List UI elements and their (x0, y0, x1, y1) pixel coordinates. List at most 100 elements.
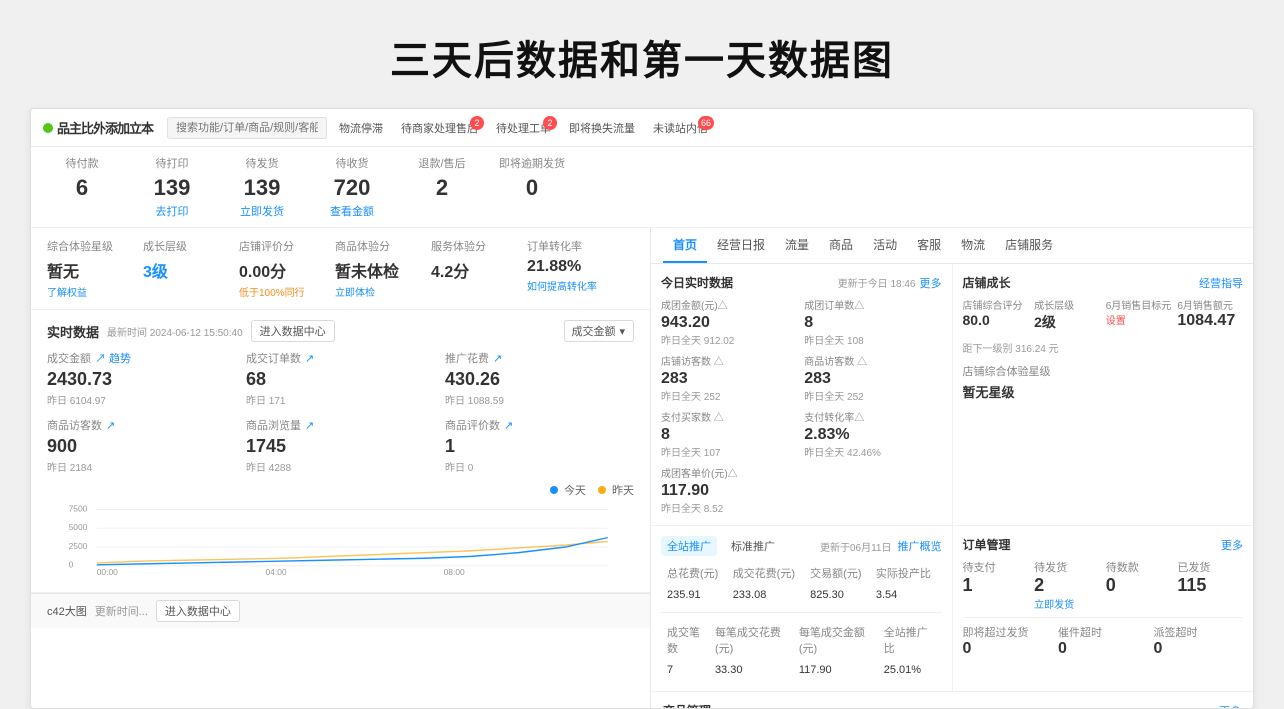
logo-dot (43, 123, 53, 133)
metric-orders: 成交订单数 ↗ 68 昨日 171 (246, 350, 435, 407)
tab-logistics[interactable]: 物流 (951, 228, 995, 263)
order-divider (963, 617, 1244, 618)
tab-home[interactable]: 首页 (663, 228, 707, 263)
two-panel: 综合体验星级 暂无 了解权益 成长层级 3级 店铺评价分 0.00分 低于100… (31, 228, 1253, 708)
dc-chengtuan-amount: 成团金额(元)△ 943.20 昨日全天 912.02 (661, 297, 798, 347)
sg-level: 成长层级 2级 (1034, 297, 1100, 332)
product-mgmt-title: 商品管理 (663, 702, 711, 708)
nav-item-gongdan[interactable]: 待处理工单 2 (490, 120, 557, 136)
realtime-header: 实时数据 最新时间 2024-06-12 15:50:40 进入数据中心 成交金… (47, 320, 634, 342)
dc-chengtuan-orders: 成团订单数△ 8 昨日全天 108 (804, 297, 941, 347)
oc-urge: 催件超时 0 (1058, 624, 1148, 658)
logo-area: 品主比外添加立本 (43, 118, 153, 137)
metric-visitors: 商品访客数 ↗ 900 昨日 2184 (47, 417, 236, 474)
promo-divider (661, 612, 942, 613)
shop-growth-grid: 店铺综合评分 80.0 成长层级 2级 6月销售目标元 设置 6月销售额元 (963, 297, 1244, 332)
product-mgmt-header: 商品管理 更多 (663, 702, 1241, 708)
tab-traffic[interactable]: 流量 (775, 228, 819, 263)
qi-conversion: 订单转化率 21.88% 如何提高转化率 (527, 238, 607, 299)
metric-amount: 成交金额 ↗ 趋势 2430.73 昨日 6104.97 (47, 350, 236, 407)
top-right-row: 今日实时数据 更新于今日 18:46 更多 成团金额(元)△ 943.20 昨日… (651, 264, 1253, 526)
promo-tab-biaozhun[interactable]: 标准推广 (725, 536, 781, 556)
svg-text:08:00: 08:00 (444, 567, 465, 577)
metrics-grid: 成交金额 ↗ 趋势 2430.73 昨日 6104.97 成交订单数 ↗ 68 … (47, 350, 634, 474)
svg-text:7500: 7500 (69, 503, 88, 513)
realtime-update: 最新时间 2024-06-12 15:50:40 (107, 324, 243, 339)
realtime-title: 实时数据 (47, 322, 99, 341)
metric-promo-spend: 推广花费 ↗ 430.26 昨日 1088.59 (445, 350, 634, 407)
legend-today: 今天 (550, 482, 586, 498)
stat-daiyin: 待打印 139 去打印 (137, 155, 207, 219)
svg-text:00:00: 00:00 (97, 567, 118, 577)
search-input[interactable] (167, 117, 327, 139)
stat-daifahuo: 待发货 139 立即发货 (227, 155, 297, 219)
order-mgmt-title: 订单管理 (963, 536, 1011, 553)
middle-right-row: 全站推广 标准推广 更新于06月11日 推广概览 总花费(元) 成交花费( (651, 526, 1253, 692)
promo-row1: 235.91 233.08 825.30 3.54 (663, 586, 940, 604)
promotion-section: 全站推广 标准推广 更新于06月11日 推广概览 总花费(元) 成交花费( (651, 526, 953, 691)
nav-item-liuliang[interactable]: 即将换失流量 (563, 120, 641, 136)
promo-more[interactable]: 推广概览 (898, 538, 942, 554)
dc-shop-visitors: 店铺访客数 △ 283 昨日全天 252 (661, 353, 798, 403)
oc-shipped: 已发货 115 (1177, 559, 1243, 611)
oc-ship: 待发货 2 立即发货 (1034, 559, 1100, 611)
rp-tabs: 首页 经营日报 流量 商品 活动 客服 物流 店铺服务 (651, 228, 1253, 264)
tab-product[interactable]: 商品 (819, 228, 863, 263)
metric-pageviews: 商品浏览量 ↗ 1745 昨日 4288 (246, 417, 435, 474)
nav-item-zhanneixin[interactable]: 未读站内信 66 (647, 120, 714, 136)
order-management: 订单管理 更多 待支付 1 待发货 2 立即发货 (953, 526, 1254, 691)
sg-rating: 店铺综合评分 80.0 (963, 297, 1029, 332)
bottom-enter-btn[interactable]: 进入数据中心 (156, 600, 240, 622)
sg-note: 距下一级别 316.24 元 (963, 340, 1244, 355)
dc-avg-order: 成团客单价(元)△ 117.90 昨日全天 8.52 (661, 465, 798, 515)
product-mgmt-more[interactable]: 更多 (1219, 703, 1241, 709)
today-realtime: 今日实时数据 更新于今日 18:46 更多 成团金额(元)△ 943.20 昨日… (651, 264, 953, 525)
tab-shop-service[interactable]: 店铺服务 (995, 228, 1063, 263)
shop-growth-more[interactable]: 经营指导 (1199, 275, 1243, 291)
order-mgmt-more[interactable]: 更多 (1221, 537, 1243, 553)
promo-table2: 成交笔数 每笔成交花费(元) 每笔成交金额(元) 全站推广比 7 33.30 1… (661, 619, 942, 681)
stat-daishouhuo: 待收货 720 查看金额 (317, 155, 387, 219)
left-panel: 综合体验星级 暂无 了解权益 成长层级 3级 店铺评价分 0.00分 低于100… (31, 228, 651, 708)
line-chart-svg: 7500 5000 2500 0 00:00 04:00 08:00 (47, 502, 634, 577)
stat-tuikuan: 退款/售后 2 (407, 155, 477, 219)
metric-select[interactable]: 成交金额 ▾ (564, 320, 634, 342)
tab-activity[interactable]: 活动 (863, 228, 907, 263)
shop-growth-title: 店铺成长 (963, 274, 1011, 291)
today-realtime-more[interactable]: 更多 (920, 275, 942, 291)
nav-item-wuliu[interactable]: 物流停滞 (333, 120, 389, 136)
right-panel: 首页 经营日报 流量 商品 活动 客服 物流 店铺服务 今日实时数据 更新于今日… (651, 228, 1253, 708)
order-grid2: 即将超过发货 0 催件超时 0 派签超时 0 (963, 624, 1244, 658)
today-realtime-title: 今日实时数据 (661, 274, 733, 291)
dc-pay-buyers: 支付买家数 △ 8 昨日全天 107 (661, 409, 798, 459)
sg-exp-title: 店铺综合体验星级 (963, 363, 1244, 379)
metric-reviews: 商品评价数 ↗ 1 昨日 0 (445, 417, 634, 474)
product-management: 商品管理 更多 在线 待售 (651, 692, 1253, 708)
realtime-chart: 今天 昨天 7500 5000 2500 0 (47, 482, 634, 582)
shop-growth: 店铺成长 经营指导 店铺综合评分 80.0 成长层级 2级 6 (953, 264, 1254, 525)
oc-overtime-ship: 即将超过发货 0 (963, 624, 1053, 658)
nav-item-shouhou[interactable]: 待商家处理售后 2 (395, 120, 484, 136)
svg-text:5000: 5000 (69, 522, 88, 532)
bottom-strip: c42大图 更新时间... 进入数据中心 (31, 593, 650, 628)
sg-amount: 6月销售额元 1084.47 (1177, 297, 1243, 332)
realtime-section: 实时数据 最新时间 2024-06-12 15:50:40 进入数据中心 成交金… (31, 310, 650, 593)
tab-customer[interactable]: 客服 (907, 228, 951, 263)
chart-legend: 今天 昨天 (47, 482, 634, 498)
stat-daifukuan: 待付款 6 (47, 155, 117, 219)
today-data-grid: 成团金额(元)△ 943.20 昨日全天 912.02 成团订单数△ 8 昨日全… (661, 297, 942, 515)
tab-daily[interactable]: 经营日报 (707, 228, 775, 263)
chevron-down-icon: ▾ (619, 325, 625, 338)
enter-data-center-btn[interactable]: 进入数据中心 (251, 320, 335, 342)
stat-yuqi: 即将逾期发货 0 (497, 155, 567, 219)
qi-product: 商品体验分 暂未体检 立即体检 (335, 238, 415, 299)
promo-tab-quanzhan[interactable]: 全站推广 (661, 536, 717, 556)
logo-text: 品主比外添加立本 (57, 118, 153, 137)
dc-product-visitors: 商品访客数 △ 283 昨日全天 252 (804, 353, 941, 403)
page-title: 三天后数据和第一天数据图 (0, 28, 1284, 86)
svg-text:2500: 2500 (69, 541, 88, 551)
order-grid: 待支付 1 待发货 2 立即发货 待数款 0 已 (963, 559, 1244, 611)
legend-yesterday: 昨天 (598, 482, 634, 498)
oc-pay: 待支付 1 (963, 559, 1029, 611)
stats-row: 待付款 6 待打印 139 去打印 待发货 139 立即发货 待收货 720 查… (31, 147, 1253, 228)
